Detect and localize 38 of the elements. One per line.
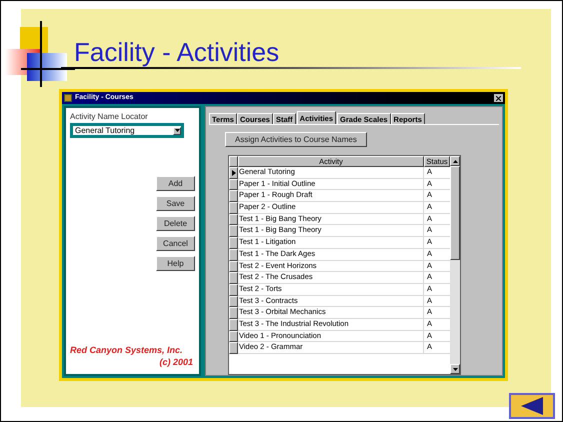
action-button[interactable]: Save <box>156 196 195 211</box>
row-selector[interactable] <box>229 237 238 249</box>
row-selector[interactable] <box>229 272 238 284</box>
current-row-icon <box>232 170 236 176</box>
decoration-drawing <box>5 21 75 87</box>
scroll-down-icon[interactable] <box>452 368 458 370</box>
row-selector[interactable] <box>229 330 238 342</box>
back-arrow-icon <box>521 397 543 415</box>
app-icon <box>64 94 72 102</box>
row-selector[interactable] <box>229 248 238 260</box>
slide-title: Facility - Activities <box>74 37 280 67</box>
scroll-up-icon[interactable] <box>452 160 458 162</box>
close-button[interactable] <box>494 94 503 102</box>
row-selector[interactable] <box>229 167 238 179</box>
row-selector[interactable] <box>229 190 238 202</box>
row-selector[interactable] <box>229 284 238 296</box>
row-selector[interactable] <box>229 225 238 238</box>
row-selector[interactable] <box>229 296 238 308</box>
row-selector[interactable] <box>229 342 238 354</box>
row-selector[interactable] <box>229 178 238 190</box>
row-selector[interactable] <box>229 260 238 272</box>
row-selector[interactable] <box>229 307 238 319</box>
action-button[interactable]: Add <box>156 176 195 191</box>
row-selector[interactable] <box>229 214 238 226</box>
scrollbar[interactable] <box>450 156 460 374</box>
locator-label: Activity Name Locator <box>70 112 149 122</box>
close-icon <box>496 96 501 100</box>
row-selector[interactable] <box>229 202 238 214</box>
back-button[interactable] <box>509 393 555 419</box>
dropdown-arrow-icon <box>173 126 181 134</box>
company-name: Red Canyon Systems, Inc. <box>70 344 184 356</box>
action-button[interactable]: Cancel <box>156 236 195 251</box>
assign-button[interactable]: Assign Activities to Course Names <box>225 132 367 147</box>
row-selector[interactable] <box>229 318 238 331</box>
action-button[interactable]: Help <box>156 256 195 271</box>
action-button[interactable]: Delete <box>156 216 195 231</box>
locator-dropdown[interactable]: General Tutoring <box>70 123 184 138</box>
copyright: (c) 2001 <box>159 356 194 368</box>
